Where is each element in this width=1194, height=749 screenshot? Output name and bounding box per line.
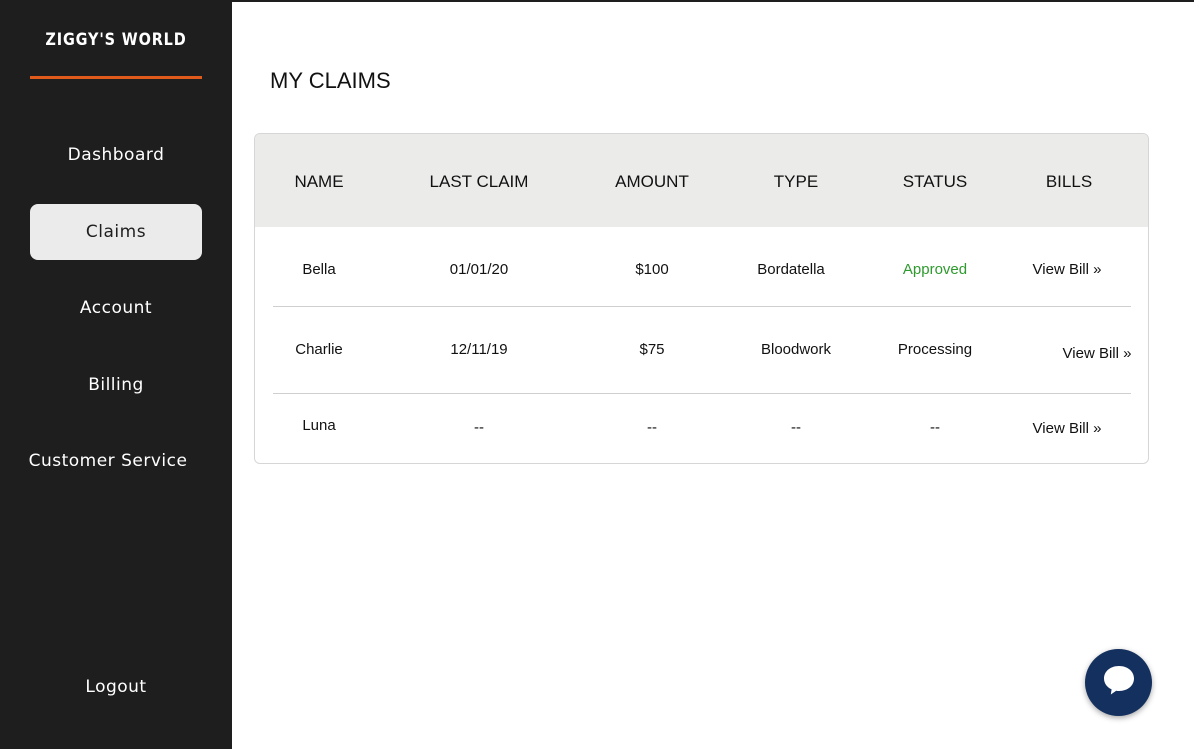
sidebar-item-billing[interactable]: Billing <box>30 357 202 413</box>
cell-last-claim: -- <box>474 419 484 436</box>
page-title: MY CLAIMS <box>270 68 391 93</box>
cell-last-claim: 01/01/20 <box>449 261 509 278</box>
column-header-amount: AMOUNT <box>615 172 689 191</box>
main-content: MY CLAIMS NAME LAST CLAIM AMOUNT TYPE ST… <box>232 2 1194 749</box>
cell-type: Bloodwork <box>760 341 832 358</box>
cell-last-claim: 12/11/19 <box>450 341 508 358</box>
cell-name: Bella <box>302 261 336 278</box>
sidebar: ZIGGY'S WORLD Dashboard Claims Account B… <box>0 0 232 749</box>
sidebar-item-account[interactable]: Account <box>30 280 202 336</box>
cell-amount: $100 <box>635 261 669 278</box>
status-badge: Processing <box>897 341 973 358</box>
row-divider <box>273 306 1131 307</box>
logout-button[interactable]: Logout <box>30 659 202 715</box>
brand-logo: ZIGGY'S WORLD <box>45 30 187 50</box>
chat-bubble-icon <box>1102 664 1136 701</box>
view-bill-link[interactable]: View Bill » <box>1033 420 1102 437</box>
sidebar-item-label: Claims <box>85 222 147 242</box>
row-divider <box>273 393 1131 394</box>
logout-label: Logout <box>85 677 147 697</box>
brand-divider <box>30 76 202 79</box>
cell-name: Charlie <box>295 341 343 358</box>
column-header-name: NAME <box>294 172 344 191</box>
column-header-last-claim: LAST CLAIM <box>429 172 529 191</box>
sidebar-item-customer-service[interactable]: Customer Service <box>22 433 194 489</box>
cell-type: Bordatella <box>757 261 825 278</box>
cell-type: -- <box>791 419 801 436</box>
view-bill-link[interactable]: View Bill » <box>1063 345 1132 362</box>
sidebar-item-label: Billing <box>88 375 144 395</box>
sidebar-item-claims[interactable]: Claims <box>30 204 202 260</box>
sidebar-item-label: Dashboard <box>67 145 165 165</box>
status-badge: Approved <box>902 261 968 278</box>
sidebar-item-label: Account <box>79 298 153 318</box>
claims-table: NAME LAST CLAIM AMOUNT TYPE STATUS BILLS… <box>254 133 1149 464</box>
cell-status: -- <box>930 419 940 436</box>
view-bill-link[interactable]: View Bill » <box>1033 261 1102 278</box>
cell-name: Luna <box>302 417 336 434</box>
table-header: NAME LAST CLAIM AMOUNT TYPE STATUS BILLS <box>255 134 1148 227</box>
column-header-bills: BILLS <box>1045 172 1093 191</box>
cell-amount: $75 <box>639 341 665 358</box>
chat-button[interactable] <box>1085 649 1152 716</box>
sidebar-item-label: Customer Service <box>28 451 188 471</box>
column-header-type: TYPE <box>773 172 819 191</box>
sidebar-item-dashboard[interactable]: Dashboard <box>30 127 202 183</box>
cell-amount: -- <box>647 419 657 436</box>
column-header-status: STATUS <box>902 172 968 191</box>
